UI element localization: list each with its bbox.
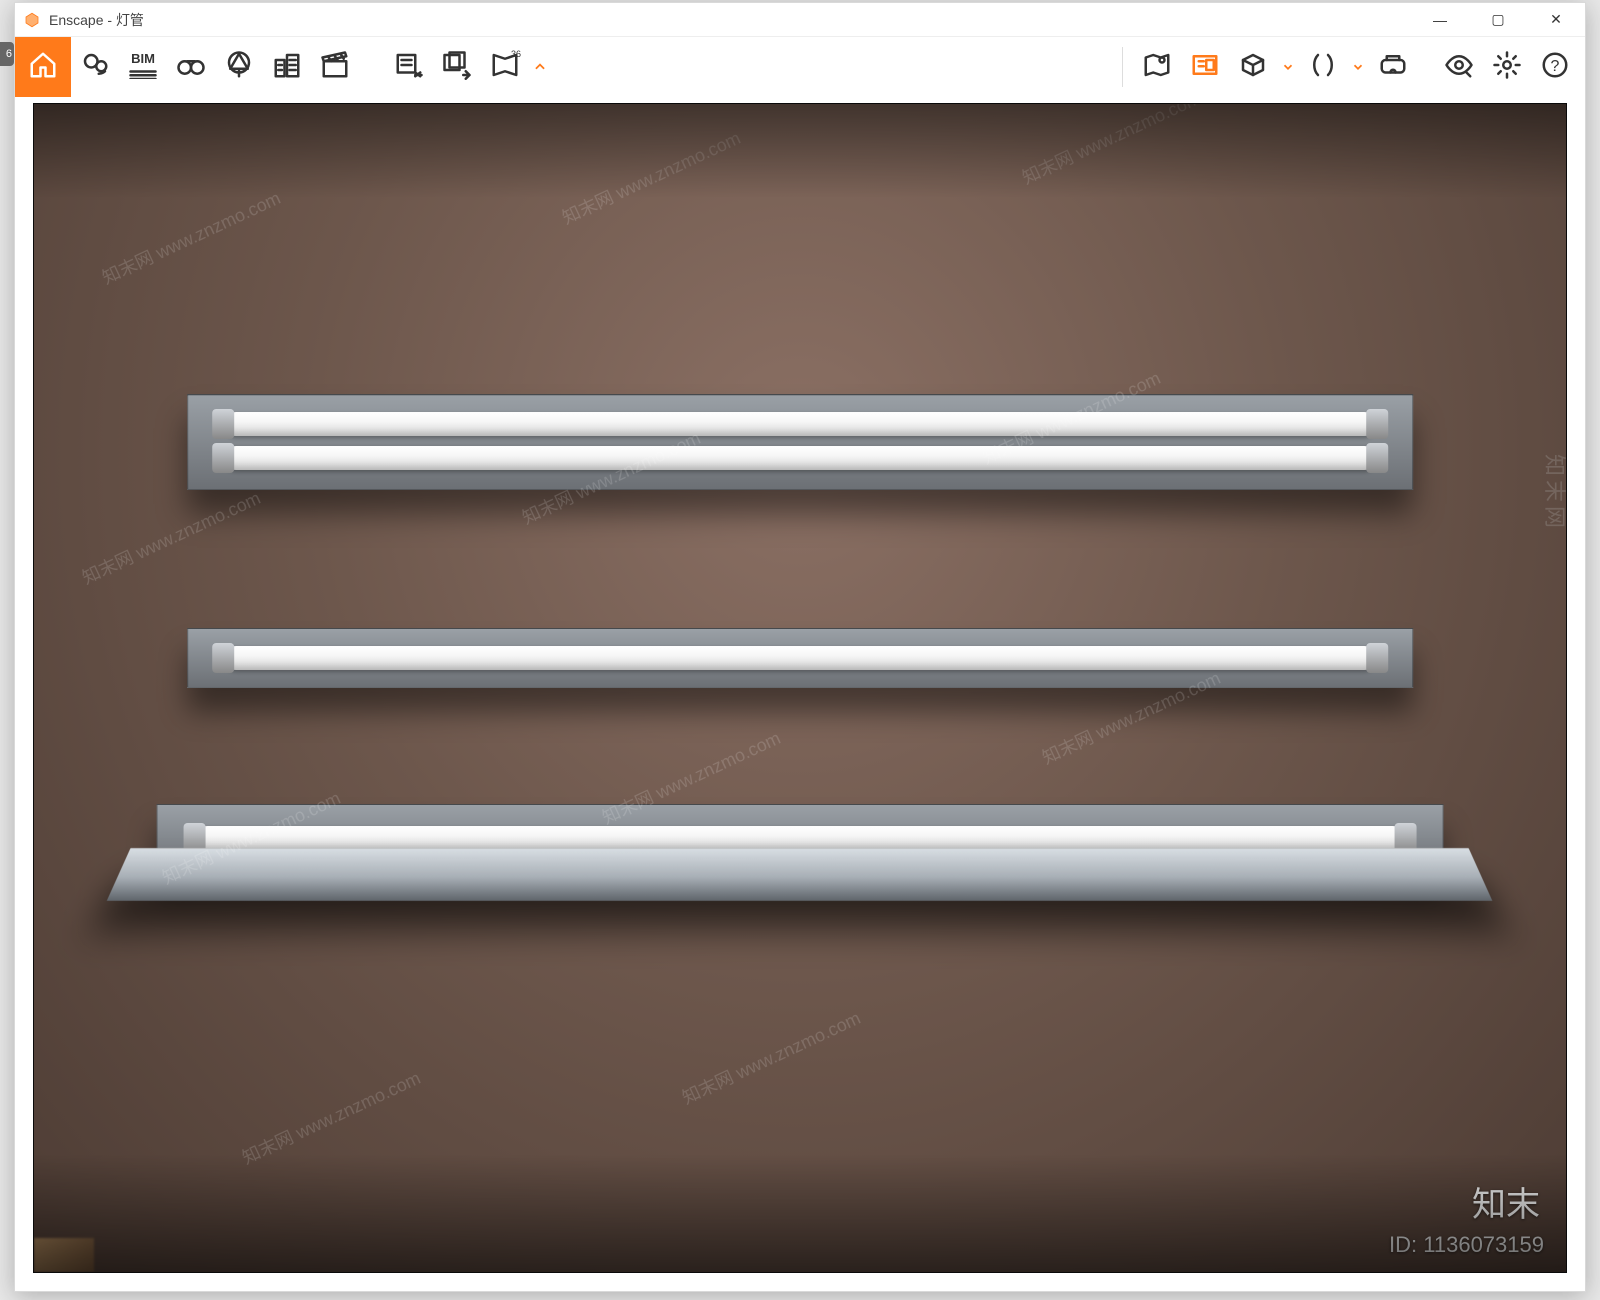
help-label: ? [1551, 58, 1560, 76]
titlebar: Enscape - 灯管 — ▢ ✕ [15, 3, 1585, 37]
panorama-label: 36 [511, 49, 521, 59]
help-button[interactable]: ? [1531, 37, 1579, 97]
location-pin-button[interactable] [71, 37, 119, 97]
close-button[interactable]: ✕ [1527, 3, 1585, 37]
render-viewport[interactable]: 知末网 www.znzmo.com 知末网 www.znzmo.com 知末网 … [33, 103, 1567, 1273]
watermark-text: 知末网 www.znzmo.com [78, 484, 265, 590]
rendered-lamp-single [187, 628, 1413, 688]
mirror-button[interactable] [1299, 37, 1347, 97]
bim-button[interactable]: BIM [119, 37, 167, 97]
visual-settings-button[interactable] [1435, 37, 1483, 97]
panorama-button[interactable]: 36 [481, 37, 529, 97]
map-marker-icon [1142, 50, 1172, 85]
watermark-brand: 知末 [1472, 1177, 1540, 1226]
map-button[interactable] [1133, 37, 1181, 97]
asset-library-icon [1190, 50, 1220, 85]
settings-icon [1492, 50, 1522, 85]
bim-label: BIM [131, 51, 155, 66]
watermark-id: ID: 1136073159 [1389, 1232, 1544, 1258]
mirror-icon [1308, 50, 1338, 85]
watermark-text: 知末网 www.znzmo.com [558, 124, 745, 230]
export-batch-button[interactable] [433, 37, 481, 97]
watermark-text: 知末网 www.znzmo.com [238, 1064, 425, 1170]
vr-headset-icon [1378, 50, 1408, 85]
buildings-icon [272, 50, 302, 85]
clapperboard-icon [320, 50, 350, 85]
title-separator: - [103, 12, 115, 28]
app-name: Enscape [49, 12, 103, 28]
asset-library-button[interactable] [1181, 37, 1229, 97]
window-controls: — ▢ ✕ [1411, 3, 1585, 37]
box-dropdown-chevron[interactable] [1277, 60, 1299, 74]
export-scene-button[interactable] [385, 37, 433, 97]
document-name: 灯管 [116, 12, 144, 28]
watermark-text: 知末网 www.znzmo.com [98, 184, 285, 290]
vr-button[interactable] [1369, 37, 1417, 97]
pin-icon [80, 50, 110, 85]
minimize-button[interactable]: — [1411, 3, 1469, 37]
mirror-dropdown-chevron[interactable] [1347, 60, 1369, 74]
main-toolbar: BIM [15, 37, 1585, 97]
buildings-button[interactable] [263, 37, 311, 97]
home-button[interactable] [15, 37, 71, 97]
rendered-lamp-reflector [157, 804, 1444, 874]
watermark-side: 知末网 [1540, 454, 1567, 532]
app-logo-icon [23, 11, 41, 29]
video-button[interactable] [311, 37, 359, 97]
window-title: Enscape - 灯管 [49, 10, 144, 30]
binoculars-icon [176, 50, 206, 85]
maximize-button[interactable]: ▢ [1469, 3, 1527, 37]
export-batch-icon [442, 50, 472, 85]
external-badge: 6 [0, 42, 14, 66]
export-scene-icon [394, 50, 424, 85]
id-prefix: ID: [1389, 1232, 1423, 1257]
toolbar-divider [1122, 47, 1123, 87]
home-icon [28, 50, 58, 85]
id-value: 1136073159 [1423, 1232, 1544, 1257]
settings-button[interactable] [1483, 37, 1531, 97]
watermark-diagonal [34, 104, 1566, 1272]
bim-icon [128, 66, 158, 84]
app-window: Enscape - 灯管 — ▢ ✕ BIM [14, 2, 1586, 1292]
tree-icon [224, 50, 254, 85]
3d-box-button[interactable] [1229, 37, 1277, 97]
site-context-button[interactable] [215, 37, 263, 97]
binoculars-button[interactable] [167, 37, 215, 97]
toolbar-expand-chevron[interactable] [529, 60, 551, 74]
visual-settings-icon [1444, 50, 1474, 85]
rendered-floor-object [34, 1238, 94, 1272]
watermark-text: 知末网 www.znzmo.com [1018, 103, 1205, 190]
watermark-text: 知末网 www.znzmo.com [678, 1004, 865, 1110]
rendered-lamp-double [187, 394, 1413, 490]
3d-box-icon [1238, 50, 1268, 85]
